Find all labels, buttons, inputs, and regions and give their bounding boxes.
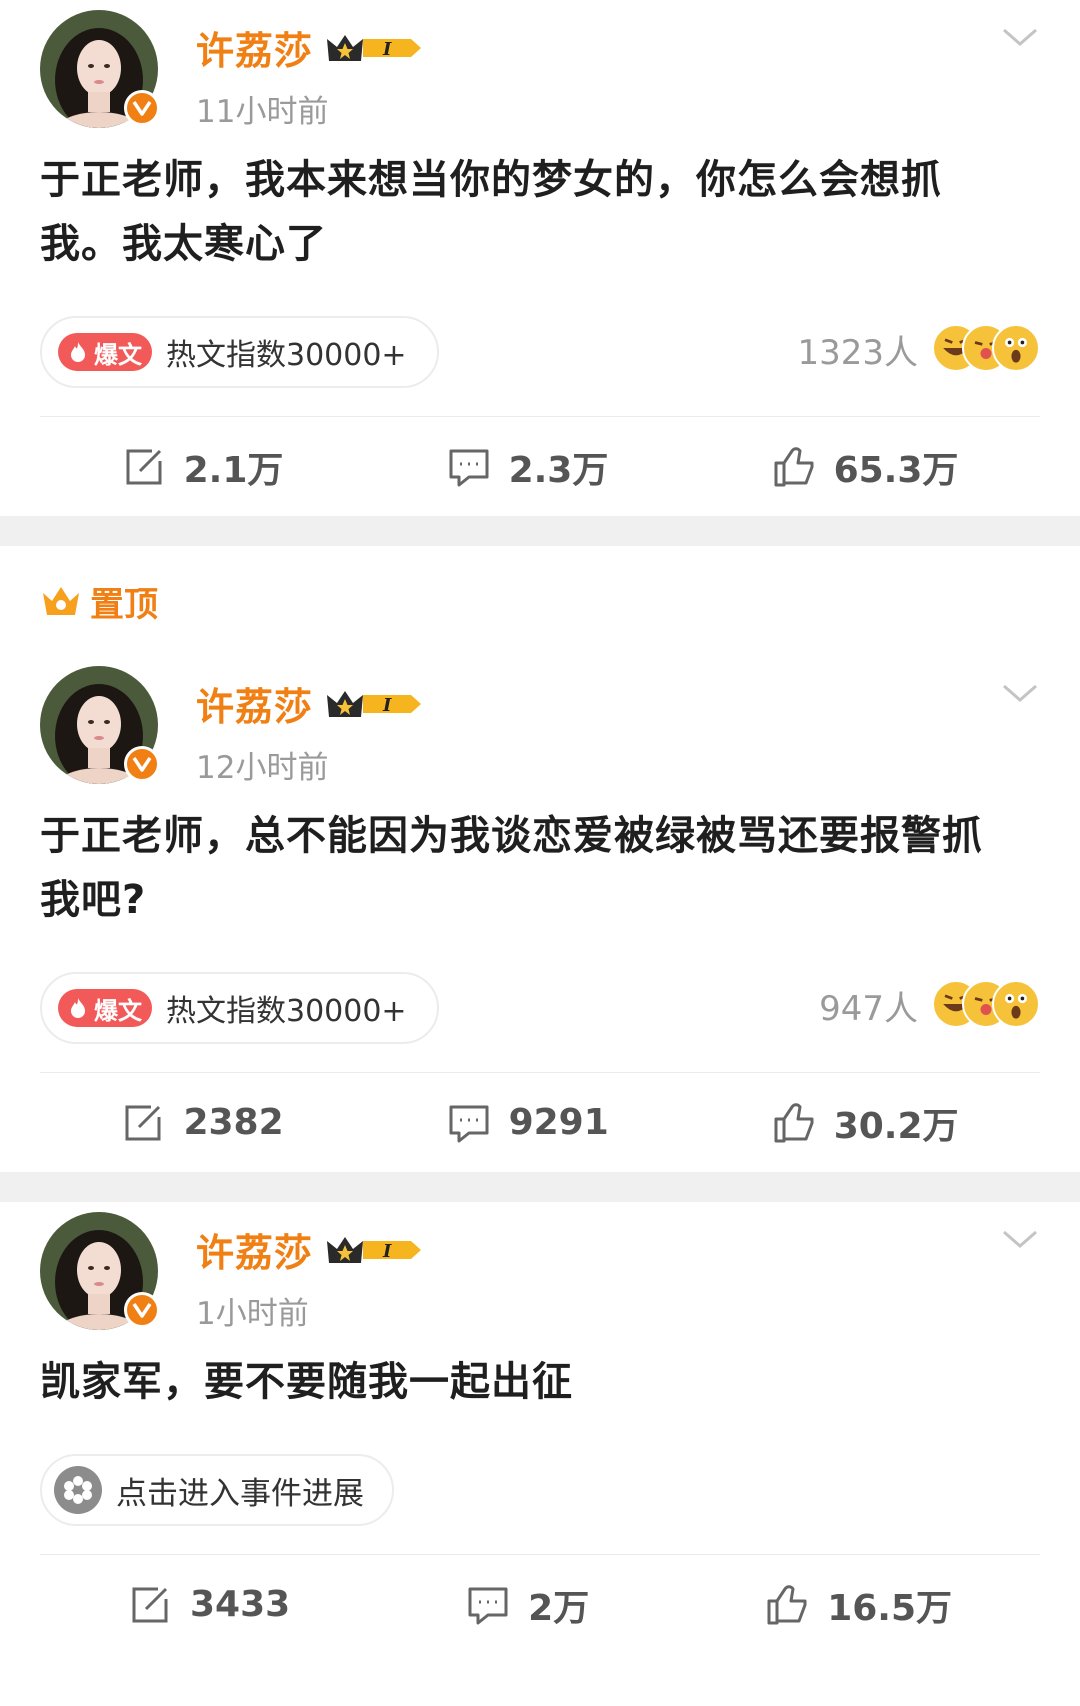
svg-text:I: I [382,39,392,60]
hot-index-pill[interactable]: 爆文 热文指数30000+ [40,316,439,388]
hot-index-text: 热文指数30000+ [166,338,407,373]
comment-icon [449,449,489,486]
like-count: 65.3万 [833,449,959,491]
avatar[interactable] [40,1212,160,1330]
thumbs-up-icon [774,1102,814,1142]
like-count: 30.2万 [833,1105,959,1147]
feed: 许荔莎 I 11小时前 于正老师，我本来想当你的梦女的，你怎么会想抓我。我太寒心… [0,0,1080,1654]
shocked-emoji-icon [992,324,1040,372]
post-card[interactable]: 许荔莎 I 1小时前 凯家军，要不要随我一起出征 点击进入事件进展 3433 2… [0,1202,1080,1654]
fire-icon [71,998,85,1018]
action-bar: 2.1万 2.3万 65.3万 [40,416,1040,516]
hot-tag: 爆文 [58,333,152,371]
reaction-summary[interactable]: 947人 [819,980,1040,1030]
repost-icon [126,449,162,484]
repost-button[interactable]: 2382 [121,1101,284,1145]
post-text: 凯家军，要不要随我一起出征 [40,1359,573,1405]
reaction-count: 1323人 [797,332,918,373]
svg-text:I: I [382,695,392,716]
repost-count: 2382 [183,1102,284,1143]
thumbs-up-icon [774,446,814,486]
comment-icon [449,1105,489,1142]
hot-row: 爆文 热文指数30000+ 1323人 [40,306,1040,416]
post-text: 于正老师，我本来想当你的梦女的，你怎么会想抓我。我太寒心了 [40,157,942,267]
comment-icon [468,1587,508,1624]
like-button[interactable]: 30.2万 [772,1097,959,1149]
pinned-label: 置顶 [90,584,158,625]
emoji-stack [932,980,1040,1030]
post-card[interactable]: 置顶 许荔莎 I 12小时前 于正老师，总不能因为我谈恋爱被绿被骂还要报警抓我吧… [0,546,1080,1172]
vip-badge[interactable]: I [325,1233,425,1267]
pinned-row: 置顶 [40,546,1040,656]
post-header: 许荔莎 I 1小时前 [40,1202,1040,1342]
repost-icon [125,1105,161,1140]
verified-badge-icon [124,90,160,126]
event-flower-icon [54,1466,102,1514]
pinned-crown-icon [43,587,79,615]
post-separator [0,1172,1080,1202]
comment-button[interactable]: 2.3万 [447,441,609,493]
verified-badge-icon [124,1292,160,1328]
post-time: 1小时前 [196,1296,309,1332]
crown-icon: I [327,690,422,717]
hot-index-pill[interactable]: 爆文 热文指数30000+ [40,972,439,1044]
avatar[interactable] [40,10,160,128]
like-button[interactable]: 65.3万 [772,441,959,493]
hot-index-text: 热文指数30000+ [166,994,407,1029]
reaction-summary[interactable]: 1323人 [797,324,1040,374]
shocked-emoji-icon [992,980,1040,1028]
like-button[interactable]: 16.5万 [765,1579,952,1631]
chevron-down-icon[interactable] [1000,678,1040,708]
verified-badge-icon [124,746,160,782]
hot-tag: 爆文 [58,989,152,1027]
post-separator [0,516,1080,546]
repost-count: 3433 [189,1584,291,1625]
event-progress-text: 点击进入事件进展 [116,1475,364,1512]
comment-count: 2万 [528,1587,590,1629]
crown-icon: I [327,1236,422,1263]
chevron-down-icon[interactable] [1000,1224,1040,1254]
comment-count: 9291 [508,1102,609,1143]
hot-row: 爆文 热文指数30000+ 947人 [40,962,1040,1072]
repost-count: 2.1万 [183,449,284,491]
reaction-count: 947人 [819,988,918,1029]
username[interactable]: 许荔莎 [196,20,313,75]
post-header: 许荔莎 I 12小时前 [40,656,1040,796]
post-text: 于正老师，总不能因为我谈恋爱被绿被骂还要报警抓我吧? [40,813,983,923]
event-progress-pill[interactable]: 点击进入事件进展 [40,1454,394,1526]
comment-button[interactable]: 2万 [466,1579,589,1631]
emoji-stack [932,324,1040,374]
avatar[interactable] [40,666,160,784]
post-header: 许荔莎 I 11小时前 [40,0,1040,140]
username[interactable]: 许荔莎 [196,1222,313,1277]
crown-icon: I [327,34,422,61]
event-row: 点击进入事件进展 [40,1444,1040,1554]
like-count: 16.5万 [827,1587,953,1629]
action-bar: 3433 2万 16.5万 [40,1554,1040,1654]
post-card[interactable]: 许荔莎 I 11小时前 于正老师，我本来想当你的梦女的，你怎么会想抓我。我太寒心… [0,0,1080,516]
repost-button[interactable]: 3433 [128,1583,290,1627]
chevron-down-icon[interactable] [1000,22,1040,52]
vip-badge[interactable]: I [325,687,425,721]
fire-icon [71,342,85,362]
repost-icon [132,1587,168,1622]
comment-button[interactable]: 9291 [447,1101,609,1145]
thumbs-up-icon [767,1584,807,1624]
vip-badge[interactable]: I [325,31,425,65]
comment-count: 2.3万 [508,449,609,491]
username[interactable]: 许荔莎 [196,676,313,731]
post-time: 12小时前 [196,750,329,786]
post-time: 11小时前 [196,94,329,130]
svg-text:I: I [382,1241,392,1262]
repost-button[interactable]: 2.1万 [122,441,284,493]
action-bar: 2382 9291 30.2万 [40,1072,1040,1172]
